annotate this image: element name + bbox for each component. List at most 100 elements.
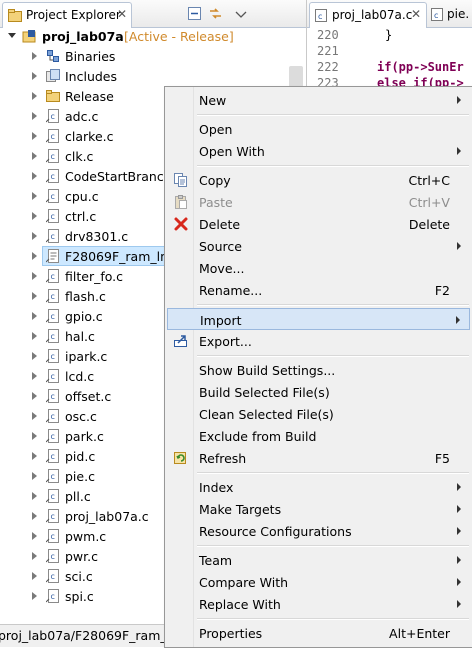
menu-item-label: Rename... bbox=[199, 283, 263, 298]
expand-arrow-icon[interactable] bbox=[32, 432, 37, 440]
menu-item-open[interactable]: Open bbox=[167, 118, 470, 140]
code-line[interactable]: 222 if(pp->SunEr bbox=[307, 60, 472, 77]
menu-separator bbox=[197, 472, 469, 474]
menu-item-resource-configurations[interactable]: Resource Configurations bbox=[167, 520, 470, 542]
menu-item-new[interactable]: New bbox=[167, 89, 470, 111]
tree-item-label: Binaries bbox=[65, 49, 116, 64]
submenu-arrow-icon bbox=[457, 556, 461, 564]
expand-arrow-icon[interactable] bbox=[32, 372, 37, 380]
expand-arrow-icon[interactable] bbox=[32, 552, 37, 560]
menu-item-compare-with[interactable]: Compare With bbox=[167, 571, 470, 593]
expand-arrow-icon[interactable] bbox=[32, 472, 37, 480]
svg-text:c: c bbox=[51, 152, 55, 161]
expand-arrow-icon[interactable] bbox=[32, 52, 37, 60]
c-file-icon: c bbox=[46, 469, 59, 483]
expand-arrow-icon[interactable] bbox=[32, 492, 37, 500]
expand-arrow-icon[interactable] bbox=[32, 192, 37, 200]
close-icon[interactable]: ✕ bbox=[117, 7, 127, 21]
binaries-icon bbox=[47, 50, 59, 62]
tree-item-label: ctrl.c bbox=[65, 209, 97, 224]
menu-item-label: Refresh bbox=[199, 451, 247, 466]
expand-arrow-icon[interactable] bbox=[32, 172, 37, 180]
expand-arrow-icon[interactable] bbox=[32, 332, 37, 340]
tab-project-explorer[interactable]: Project Explorer ✕ bbox=[2, 2, 132, 28]
menu-item-source[interactable]: Source bbox=[167, 235, 470, 257]
menu-item-import[interactable]: Import bbox=[167, 308, 470, 330]
menu-item-label: Copy bbox=[199, 173, 231, 188]
menu-item-team[interactable]: Team bbox=[167, 549, 470, 571]
menu-item-move[interactable]: Move... bbox=[167, 257, 470, 279]
folder-icon bbox=[46, 90, 60, 102]
expand-arrow-icon[interactable] bbox=[8, 33, 16, 38]
expand-arrow-icon[interactable] bbox=[32, 572, 37, 580]
menu-item-label: Export... bbox=[199, 334, 252, 349]
editor-tabbar: c proj_lab07a.c ✕ c pie. bbox=[307, 0, 472, 28]
expand-arrow-icon[interactable] bbox=[32, 352, 37, 360]
expand-arrow-icon[interactable] bbox=[32, 112, 37, 120]
menu-item-clean-selected-file-s[interactable]: Clean Selected File(s) bbox=[167, 403, 470, 425]
menu-item-build-selected-file-s[interactable]: Build Selected File(s) bbox=[167, 381, 470, 403]
expand-arrow-icon[interactable] bbox=[32, 592, 37, 600]
tree-item-label: pwr.c bbox=[65, 549, 98, 564]
code-line[interactable]: 221 bbox=[307, 44, 472, 61]
submenu-arrow-icon bbox=[457, 96, 461, 104]
menu-item-show-build-settings[interactable]: Show Build Settings... bbox=[167, 359, 470, 381]
expand-arrow-icon[interactable] bbox=[32, 132, 37, 140]
expand-arrow-icon[interactable] bbox=[32, 252, 37, 260]
code-line[interactable]: 220 } bbox=[307, 28, 472, 45]
tree-item-label: clk.c bbox=[65, 149, 94, 164]
expand-arrow-icon[interactable] bbox=[32, 72, 37, 80]
expand-arrow-icon[interactable] bbox=[32, 532, 37, 540]
expand-arrow-icon[interactable] bbox=[32, 452, 37, 460]
tree-item-label: Includes bbox=[65, 69, 118, 84]
menu-item-make-targets[interactable]: Make Targets bbox=[167, 498, 470, 520]
svg-text:c: c bbox=[51, 132, 55, 141]
expand-arrow-icon[interactable] bbox=[32, 512, 37, 520]
menu-item-refresh[interactable]: Refresh F5 bbox=[167, 447, 470, 469]
menu-separator bbox=[197, 355, 469, 357]
expand-arrow-icon[interactable] bbox=[32, 152, 37, 160]
view-menu-icon[interactable] bbox=[232, 5, 250, 23]
expand-arrow-icon[interactable] bbox=[32, 412, 37, 420]
expand-arrow-icon[interactable] bbox=[32, 232, 37, 240]
menu-item-properties[interactable]: Properties Alt+Enter bbox=[167, 622, 470, 644]
tree-item-project[interactable]: proj_lab07a [Active - Release] bbox=[0, 26, 306, 46]
menu-item-export[interactable]: Export... bbox=[167, 330, 470, 352]
expand-arrow-icon[interactable] bbox=[32, 92, 37, 100]
tree-item-label: hal.c bbox=[65, 329, 95, 344]
tree-item-label: offset.c bbox=[65, 389, 112, 404]
expand-arrow-icon[interactable] bbox=[32, 212, 37, 220]
tree-item-label: clarke.c bbox=[65, 129, 114, 144]
menu-item-rename[interactable]: Rename... F2 bbox=[167, 279, 470, 301]
close-icon[interactable]: ✕ bbox=[411, 7, 421, 21]
menu-item-index[interactable]: Index bbox=[167, 476, 470, 498]
tab-proj-lab07a[interactable]: c proj_lab07a.c ✕ bbox=[309, 2, 427, 28]
menu-item-paste[interactable]: Paste Ctrl+V bbox=[167, 191, 470, 213]
tree-item[interactable]: Binaries bbox=[0, 46, 306, 66]
menu-item-replace-with[interactable]: Replace With bbox=[167, 593, 470, 615]
svg-text:c: c bbox=[51, 552, 55, 561]
tab-pie-label: pie. bbox=[447, 7, 470, 21]
svg-text:c: c bbox=[51, 532, 55, 541]
submenu-arrow-icon bbox=[457, 527, 461, 535]
menu-item-label: Open With bbox=[199, 144, 265, 159]
tree-item-label: flash.c bbox=[65, 289, 106, 304]
tab-pie[interactable]: c pie. bbox=[428, 2, 472, 27]
menu-item-label: Team bbox=[199, 553, 233, 568]
expand-arrow-icon[interactable] bbox=[32, 272, 37, 280]
svg-text:c: c bbox=[51, 352, 55, 361]
link-with-editor-icon[interactable] bbox=[207, 5, 225, 23]
menu-item-label: Index bbox=[199, 480, 234, 495]
tree-item-label: osc.c bbox=[65, 409, 97, 424]
menu-item-copy[interactable]: Copy Ctrl+C bbox=[167, 169, 470, 191]
menu-item-exclude-from-build[interactable]: Exclude from Build bbox=[167, 425, 470, 447]
expand-arrow-icon[interactable] bbox=[32, 292, 37, 300]
tree-item[interactable]: Includes bbox=[0, 66, 306, 86]
expand-arrow-icon[interactable] bbox=[32, 392, 37, 400]
expand-arrow-icon[interactable] bbox=[32, 312, 37, 320]
menu-item-delete[interactable]: Delete Delete bbox=[167, 213, 470, 235]
c-file-icon: c bbox=[46, 129, 59, 143]
c-file-icon: c bbox=[46, 549, 59, 563]
collapse-all-icon[interactable] bbox=[186, 5, 204, 23]
menu-item-open-with[interactable]: Open With bbox=[167, 140, 470, 162]
